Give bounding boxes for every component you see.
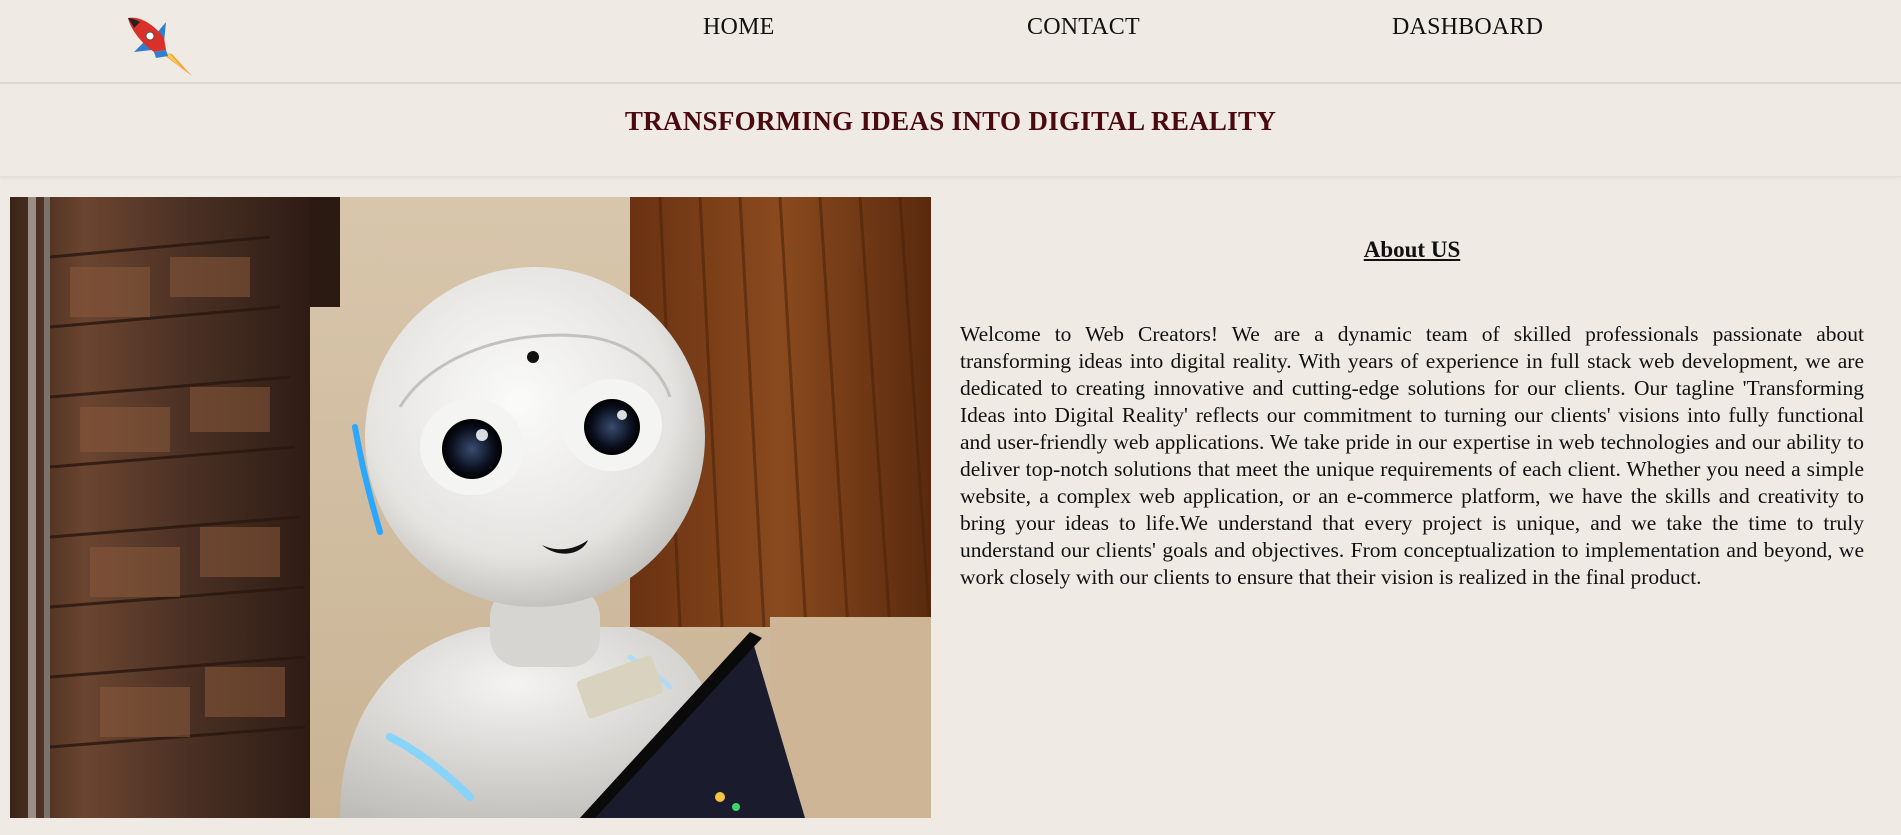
nav-home-link[interactable]: HOME [703,14,774,41]
robot-image [10,197,931,818]
about-section: About US Welcome to Web Creators! We are… [960,237,1864,591]
nav-dashboard-link[interactable]: DASHBOARD [1392,14,1543,41]
nav-contact-link[interactable]: CONTACT [1027,14,1140,41]
tagline-banner: TRANSFORMING IDEAS INTO DIGITAL REALITY [0,84,1901,177]
about-body-text: Welcome to Web Creators! We are a dynami… [960,322,1864,589]
top-navbar: HOME CONTACT DASHBOARD [0,0,1901,84]
page-tagline: TRANSFORMING IDEAS INTO DIGITAL REALITY [624,106,1277,136]
rocket-icon[interactable] [122,12,198,78]
about-heading: About US [1363,237,1461,262]
